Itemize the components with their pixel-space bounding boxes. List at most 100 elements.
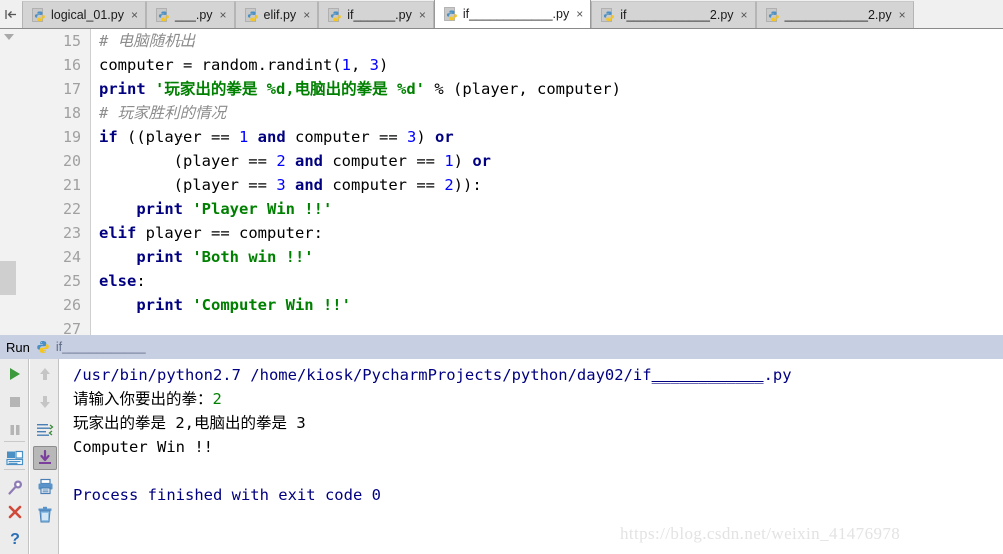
- code-line: (player == 3 and computer == 2)):: [99, 173, 482, 197]
- code-token: 'Computer Win !!': [192, 296, 351, 314]
- console-token: Computer Win !!: [73, 438, 213, 456]
- trash-icon[interactable]: [33, 502, 57, 526]
- run-toolbar-left: ?: [0, 359, 29, 554]
- editor-tab-2[interactable]: elif.py ×: [234, 1, 319, 28]
- editor-tab-close-icon[interactable]: ×: [301, 9, 310, 21]
- code-token: 3: [369, 56, 379, 74]
- line-number: 22: [62, 200, 81, 218]
- console-line: 请输入你要出的拳：2: [73, 387, 222, 411]
- code-token: and: [285, 176, 333, 194]
- editor-tab-close-icon[interactable]: ×: [129, 9, 138, 21]
- code-token: '玩家出的拳是 %d,电脑出的拳是 %d': [155, 80, 425, 98]
- console-line: Process finished with exit code 0: [73, 483, 381, 507]
- code-token: 'Both win !!': [192, 248, 314, 266]
- editor-tab-close-icon[interactable]: ×: [574, 8, 583, 20]
- console-token: 玩家出的拳是 2,电脑出的拳是 3: [73, 414, 306, 432]
- console-token: Process finished with exit code 0: [73, 486, 381, 504]
- editor-tab-4[interactable]: if____________.py ×: [433, 0, 592, 28]
- code-line: elif player == computer:: [99, 221, 323, 245]
- line-number: 18: [62, 104, 81, 122]
- code-token: 3: [406, 128, 417, 146]
- code-token: ,: [350, 56, 370, 74]
- run-tool-window-header[interactable]: Run if____________: [0, 335, 1003, 359]
- printer-icon[interactable]: [33, 474, 57, 498]
- editor-tab-close-icon[interactable]: ×: [417, 9, 426, 21]
- scroll-end-icon[interactable]: [33, 446, 57, 470]
- editor-tab-0[interactable]: logical_01.py ×: [22, 1, 146, 28]
- code-editor[interactable]: 15 16 17 18 19 20 21 22 23 24 25 26 27 # 电脑随机出 comput…: [0, 29, 1003, 335]
- arrow-down-icon[interactable]: [33, 390, 57, 414]
- editor-line-number-gutter: 15 16 17 18 19 20 21 22 23 24 25 26 27: [18, 29, 91, 335]
- code-token: # 玩家胜利的情况: [99, 104, 227, 122]
- code-token: computer ==: [332, 152, 445, 170]
- watermark-text: https://blog.csdn.net/weixin_41476978: [620, 524, 901, 543]
- code-token: computer ==: [295, 128, 407, 146]
- code-token: 1: [444, 152, 454, 170]
- code-token: computer ==: [332, 176, 445, 194]
- close-x-icon[interactable]: [3, 500, 27, 524]
- editor-tab-close-icon[interactable]: ×: [739, 9, 748, 21]
- editor-scrollbar-thumb[interactable]: [0, 261, 16, 295]
- toolbar-divider: [4, 469, 25, 470]
- stop-button[interactable]: [3, 390, 27, 414]
- pause-button[interactable]: [3, 418, 27, 442]
- code-line: # 玩家胜利的情况: [99, 101, 226, 125]
- code-token: 1: [341, 56, 351, 74]
- code-line: print '玩家出的拳是 %d,电脑出的拳是 %d' % (player, c…: [99, 77, 621, 101]
- editor-tab-close-icon[interactable]: ×: [897, 9, 906, 21]
- code-token: (player ==: [99, 152, 277, 170]
- code-token: :: [136, 272, 146, 290]
- editor-tab-label: ____________2.py: [784, 8, 892, 22]
- code-token: and: [285, 152, 333, 170]
- run-config-name: if____________: [55, 340, 146, 354]
- line-number: 15: [62, 32, 81, 50]
- line-number: 24: [62, 248, 81, 266]
- editor-tab-label: if____________2.py: [620, 8, 734, 22]
- line-number: 26: [62, 296, 81, 314]
- code-token: or: [472, 152, 491, 170]
- code-token: 1: [238, 128, 249, 146]
- python-file-icon: [765, 7, 780, 23]
- code-token: (player ==: [99, 176, 277, 194]
- arrow-up-icon[interactable]: [33, 362, 57, 386]
- code-token: player == computer:: [145, 224, 323, 242]
- line-number: 23: [62, 224, 81, 242]
- console-line: Computer Win !!: [73, 435, 213, 459]
- pin-icon[interactable]: [3, 475, 27, 499]
- editor-tab-3[interactable]: if______.py ×: [318, 1, 434, 28]
- editor-tab-6[interactable]: ____________2.py ×: [755, 1, 914, 28]
- code-line: computer = random.randint(1, 3): [99, 53, 388, 77]
- question-mark-icon[interactable]: ?: [3, 526, 27, 550]
- collapse-all-icon[interactable]: [4, 34, 14, 40]
- python-file-icon: [36, 340, 50, 354]
- python-file-icon: [32, 7, 46, 23]
- line-number: 20: [62, 152, 81, 170]
- code-token: 2: [444, 176, 454, 194]
- run-panel-title: Run: [6, 339, 30, 355]
- editor-tab-1[interactable]: ___.py ×: [145, 1, 235, 28]
- code-token: print: [99, 248, 193, 266]
- restore-layout-button[interactable]: [3, 446, 27, 470]
- console-token: 2: [212, 390, 222, 408]
- console-token: /usr/bin/python2.7 /home/kiosk/PycharmPr…: [73, 366, 652, 384]
- code-token: 3: [276, 176, 286, 194]
- editor-tab-label: ___.py: [174, 8, 213, 22]
- code-token: print: [99, 80, 155, 98]
- pycharm-window: logical_01.py × ___.py × elif.py × if______.py…: [0, 0, 1003, 554]
- soft-wrap-icon[interactable]: [33, 418, 57, 442]
- code-line: # 电脑随机出: [99, 29, 195, 53]
- code-token: computer = random.randint(: [99, 56, 342, 74]
- code-token: or: [435, 128, 454, 146]
- editor-tab-close-icon[interactable]: ×: [218, 9, 227, 21]
- editor-tab-5[interactable]: if____________2.py ×: [591, 1, 756, 28]
- run-button[interactable]: [3, 362, 27, 386]
- console-line: 玩家出的拳是 2,电脑出的拳是 3: [73, 411, 306, 435]
- pin-left-icon[interactable]: [0, 0, 22, 28]
- code-token: print: [99, 200, 193, 218]
- code-token: # 电脑随机出: [99, 32, 196, 50]
- editor-code-area[interactable]: # 电脑随机出 computer = random.randint(1, 3) pr…: [92, 29, 1003, 335]
- line-number: 17: [62, 80, 81, 98]
- line-number: 21: [62, 176, 81, 194]
- python-file-icon: [443, 6, 458, 22]
- code-token: % (player, computer): [425, 80, 621, 98]
